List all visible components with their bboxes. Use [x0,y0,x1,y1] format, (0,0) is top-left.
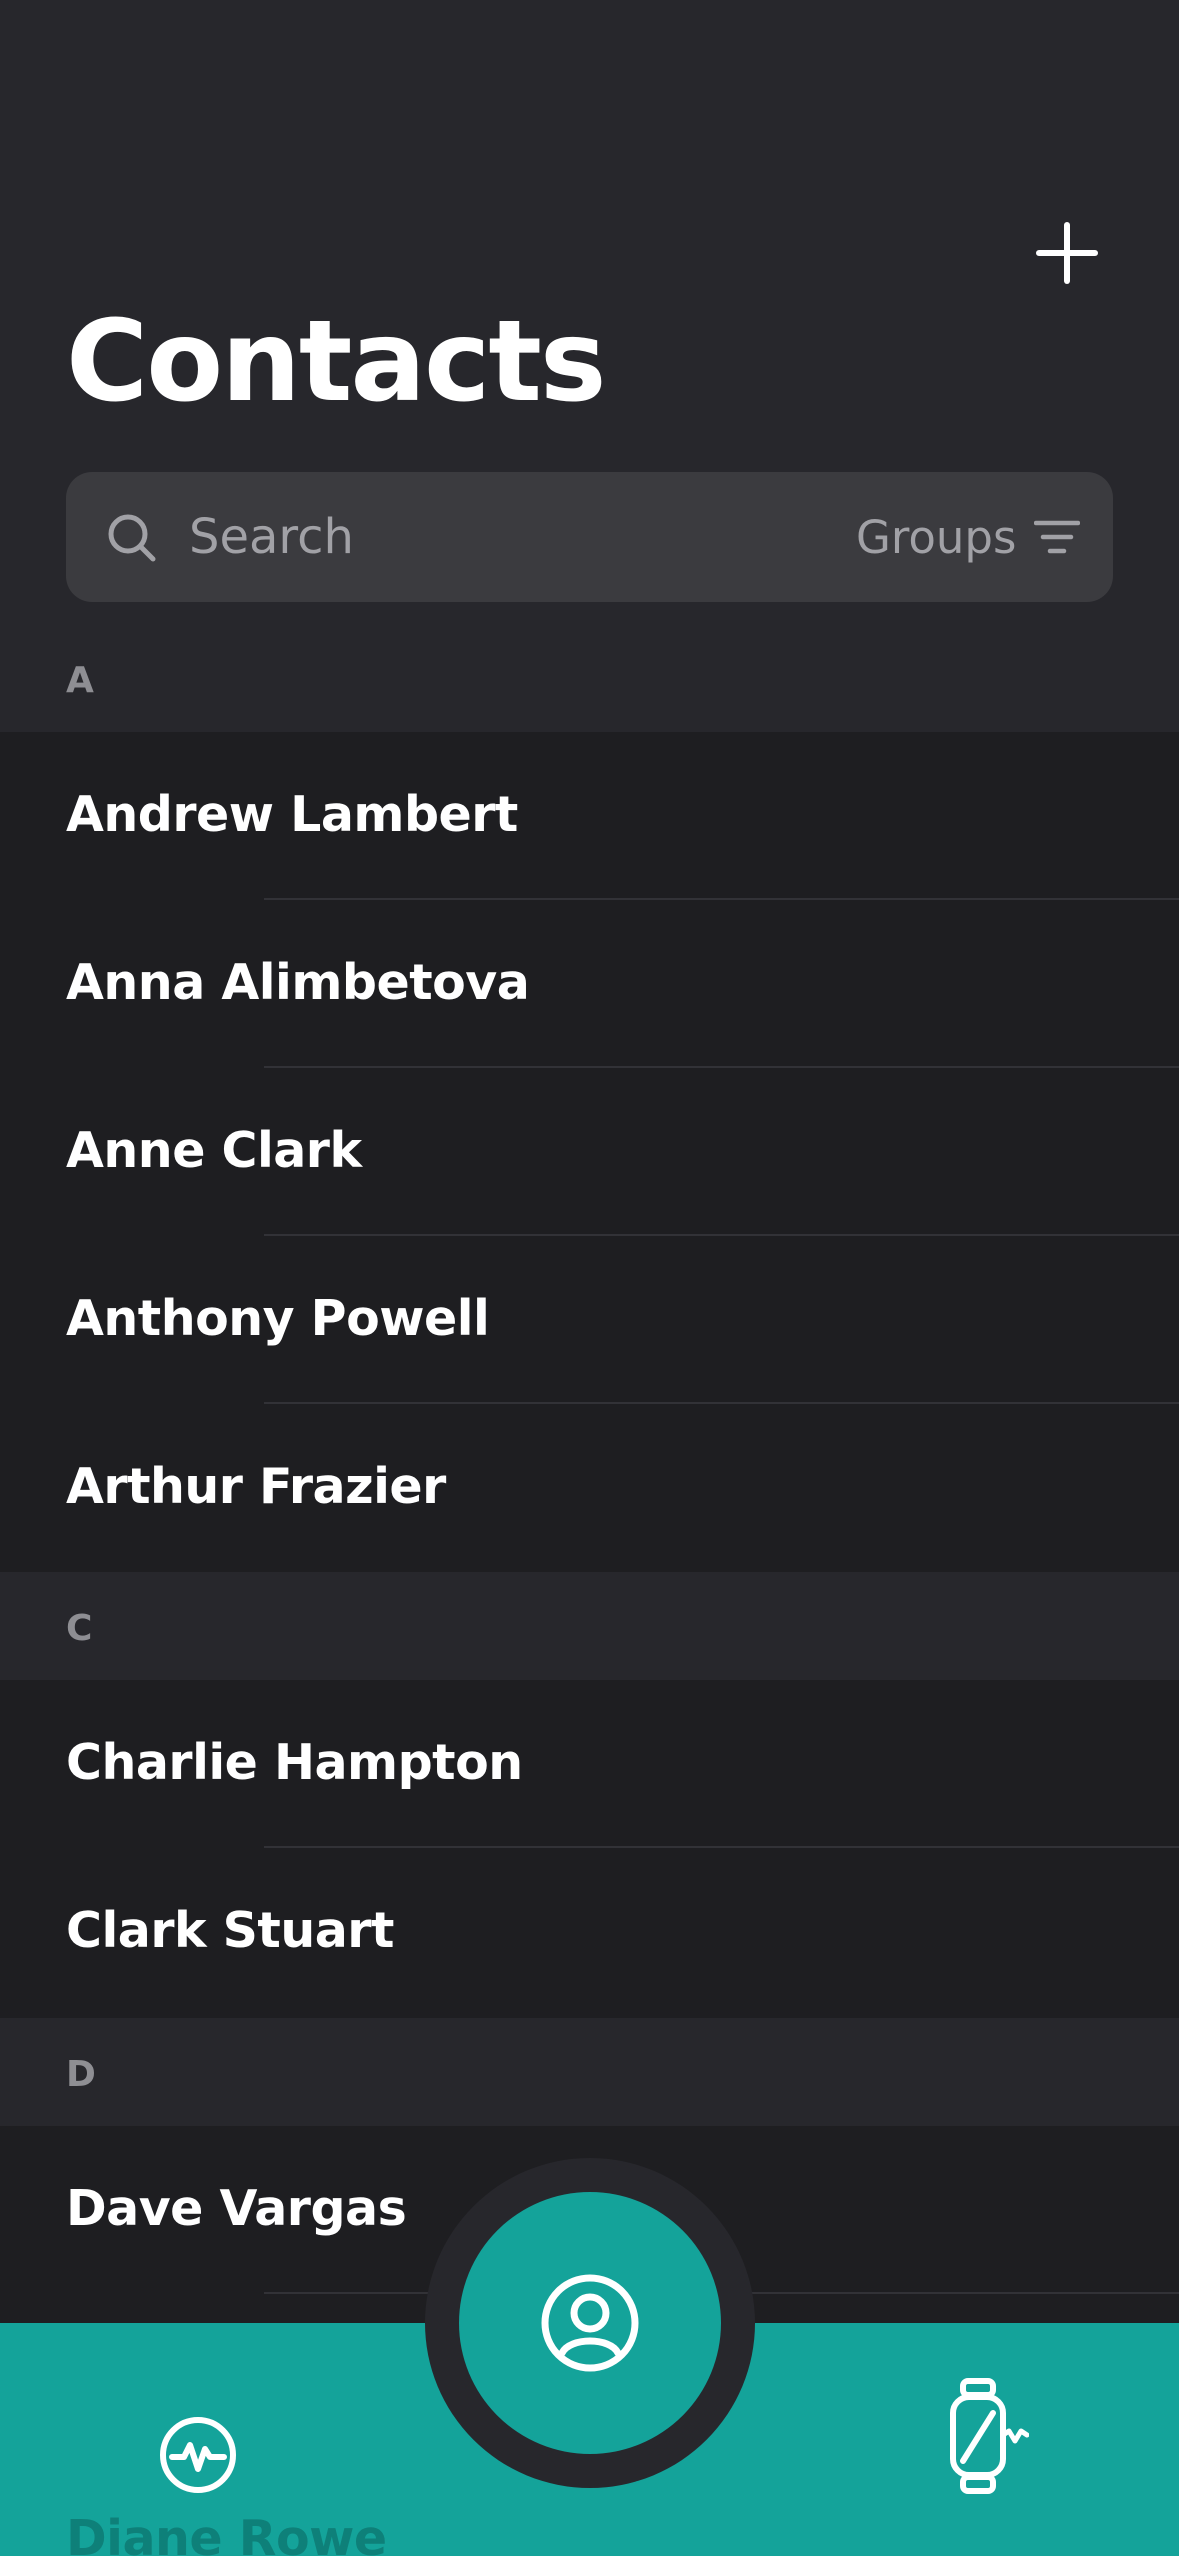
contact-name: Anna Alimbetova [66,954,530,1011]
groups-filter-button[interactable]: Groups [856,472,1106,602]
tab-watch[interactable] [945,2375,1030,2501]
contact-name: Arthur Frazier [66,1458,446,1515]
contacts-screen: Contacts Groups A Andrew Lambert Anna [0,0,1179,2556]
tab-contacts-button[interactable] [459,2192,721,2454]
contact-name: Dave Vargas [66,2180,407,2237]
section-header-a: A [0,624,1179,732]
page-title: Contacts [66,297,607,427]
section-letter: C [66,1608,93,1649]
section-header-d: D [0,2018,1179,2126]
contact-row[interactable]: Charlie Hampton [0,1680,1179,1848]
search-input[interactable] [189,502,749,572]
contact-name: Anne Clark [66,1122,362,1179]
header: Contacts Groups [0,0,1179,624]
activity-pulse-icon [160,2417,236,2493]
contact-name: Diane Rowe [66,2510,387,2556]
section-letter: A [66,660,94,701]
contact-row[interactable]: Andrew Lambert [0,732,1179,900]
user-profile-icon [541,2274,639,2372]
contact-row[interactable]: Anthony Powell [0,1236,1179,1404]
contact-name: Anthony Powell [66,1290,490,1347]
contact-row[interactable]: Arthur Frazier [0,1404,1179,1572]
section-letter: D [66,2054,96,2095]
contact-row[interactable]: Anne Clark [0,1068,1179,1236]
groups-label: Groups [856,510,1017,564]
add-contact-button[interactable] [1034,220,1100,286]
contact-name: Andrew Lambert [66,786,518,843]
plus-icon [1036,222,1098,284]
tab-activity[interactable] [158,2415,238,2495]
contact-name: Clark Stuart [66,1902,394,1959]
smartwatch-icon [950,2378,1030,2494]
contact-row[interactable]: Anna Alimbetova [0,900,1179,1068]
section-header-c: C [0,1572,1179,1680]
contact-name: Charlie Hampton [66,1734,523,1791]
search-icon [108,514,156,562]
contact-row[interactable]: Clark Stuart [0,1848,1179,2016]
filter-icon [1034,520,1081,554]
search-bar: Groups [66,472,1113,602]
